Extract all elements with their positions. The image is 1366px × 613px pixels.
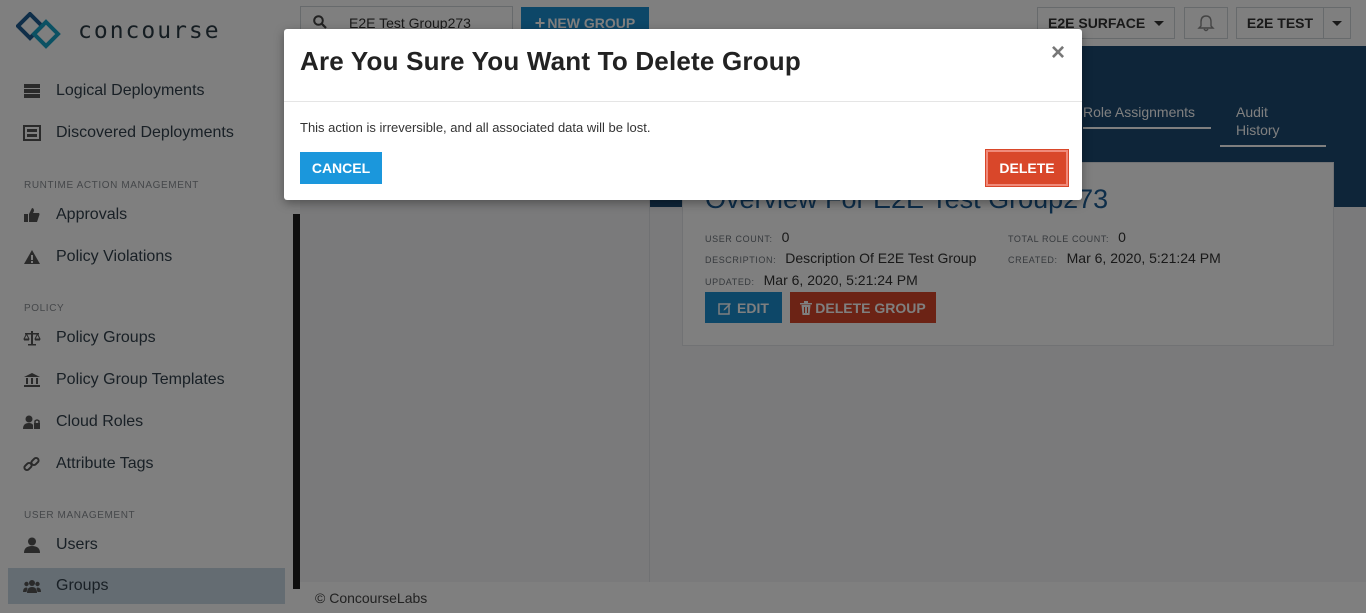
cancel-button[interactable]: CANCEL [300, 152, 382, 184]
close-icon[interactable]: × [1048, 41, 1068, 65]
dialog-divider [284, 101, 1082, 102]
dialog-message: This action is irreversible, and all ass… [300, 120, 651, 135]
delete-group-dialog: Are You Sure You Want To Delete Group × … [284, 29, 1082, 200]
confirm-delete-button[interactable]: DELETE [986, 150, 1068, 186]
dialog-title: Are You Sure You Want To Delete Group [300, 46, 801, 76]
